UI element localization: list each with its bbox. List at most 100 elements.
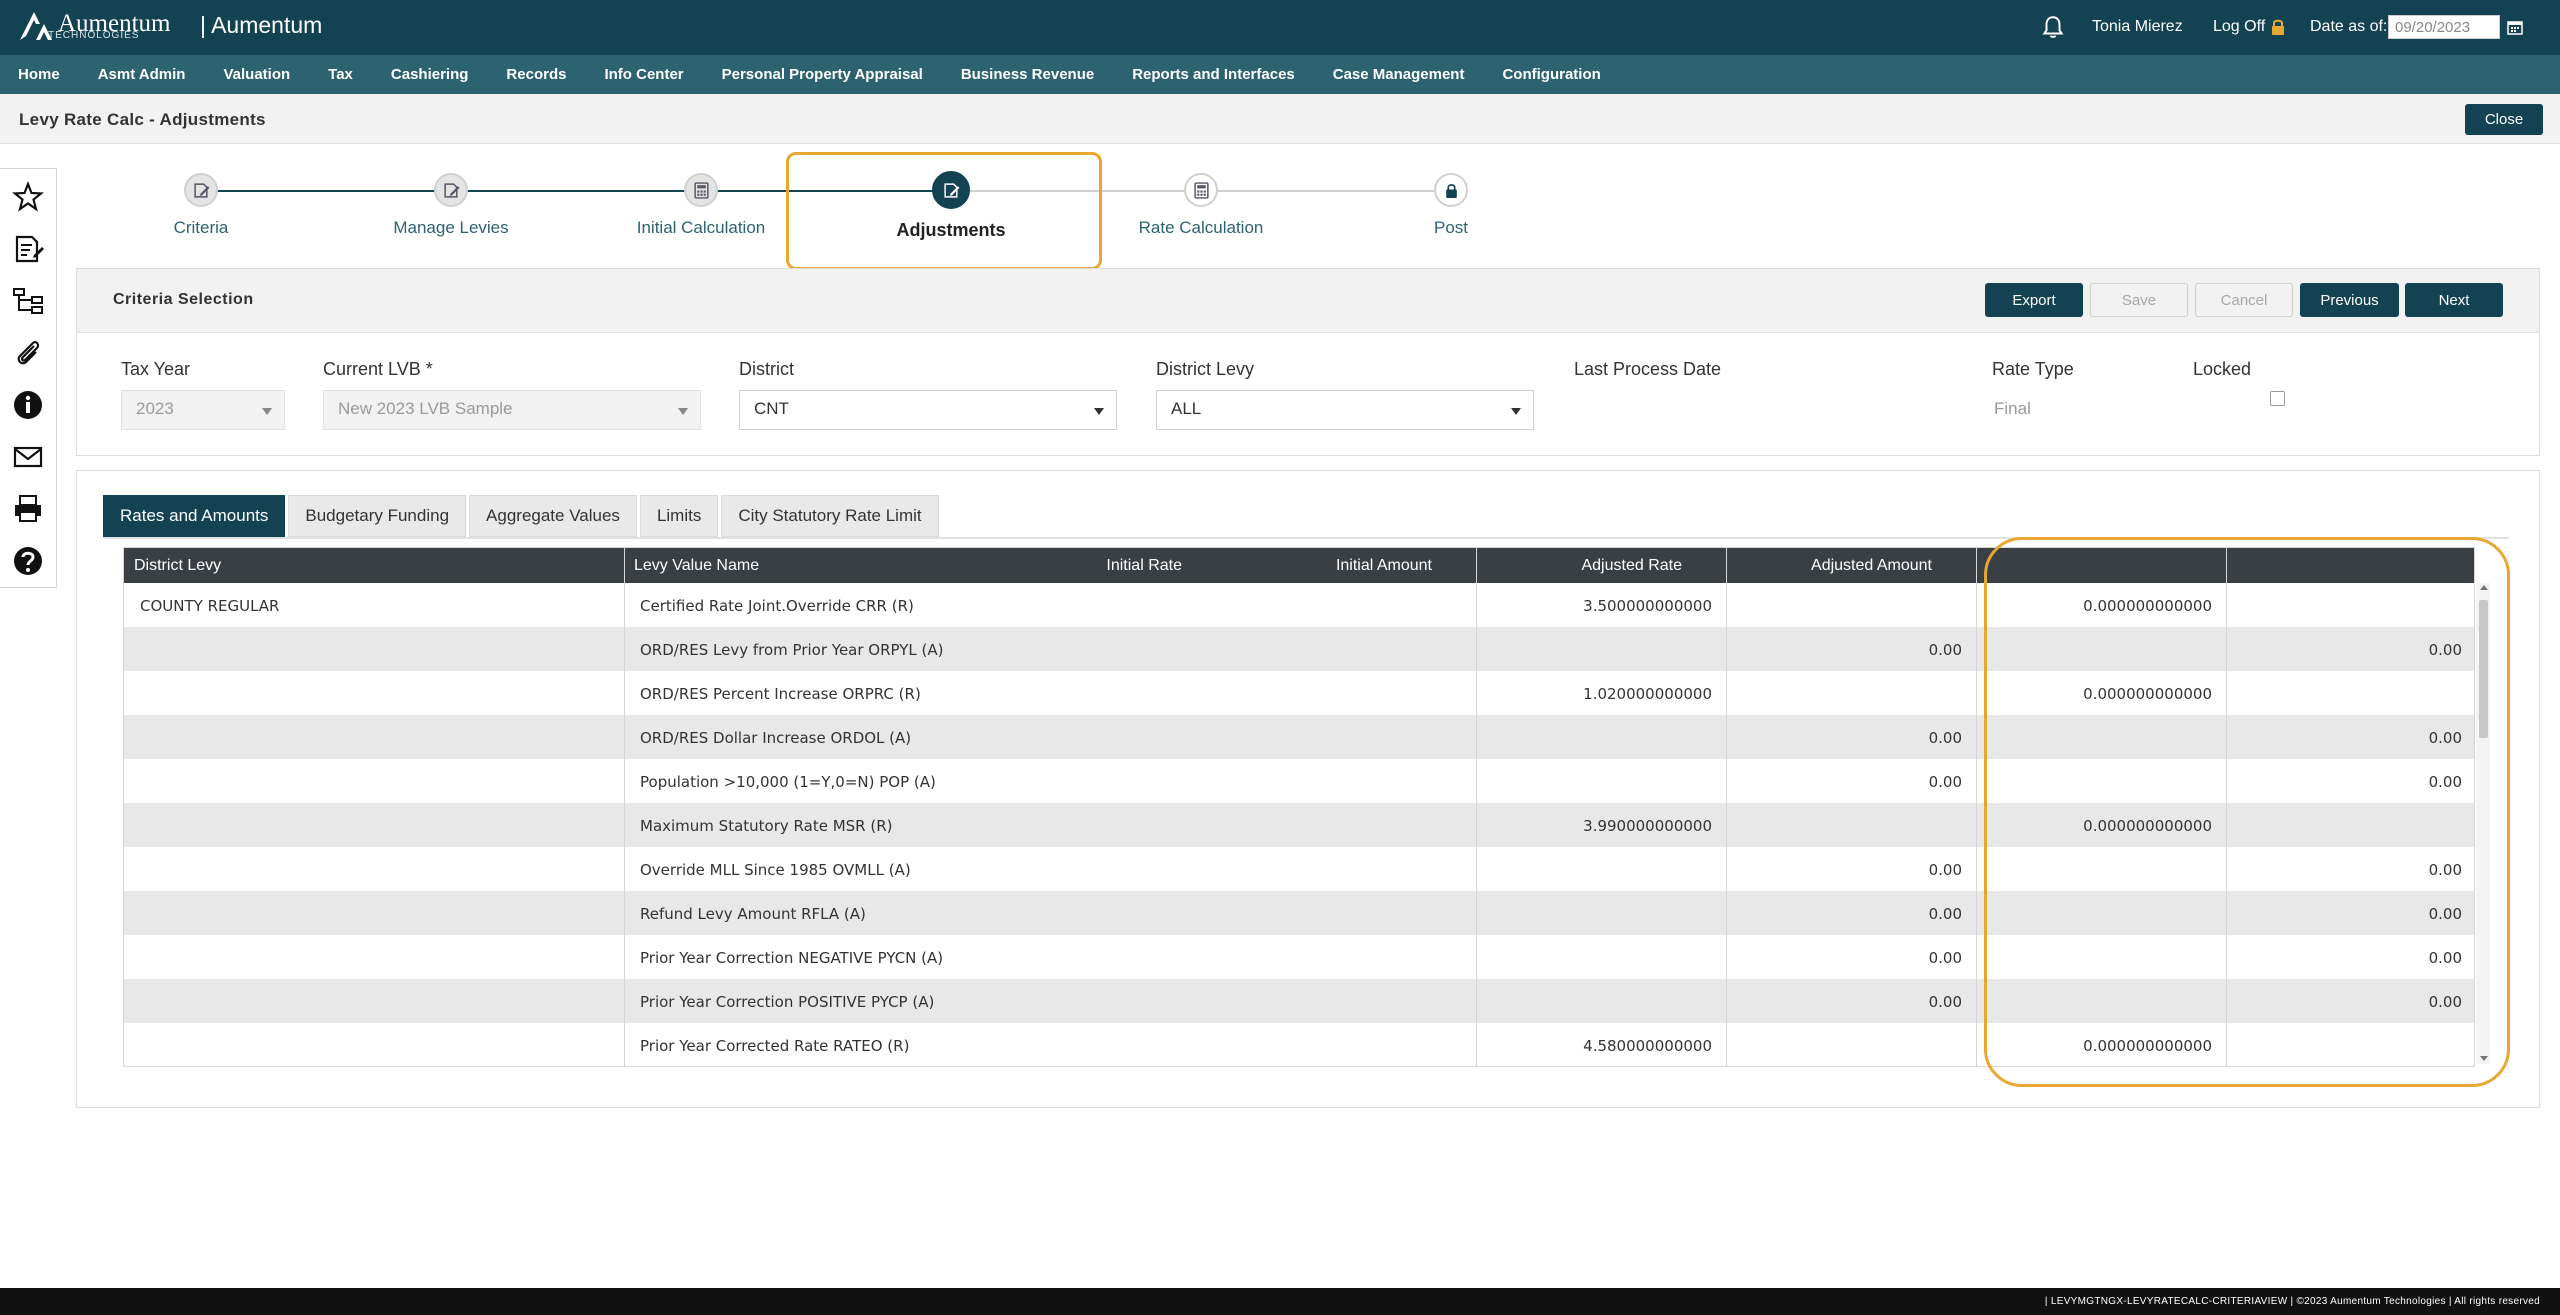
step-criteria[interactable]: Criteria [76,173,326,238]
step-circle [1184,173,1218,207]
edit-document-icon[interactable] [12,233,44,265]
cell-levy-value-name: ORD/RES Levy from Prior Year ORPYL (A) [640,641,944,659]
calendar-icon[interactable] [2507,19,2523,35]
tax-year-value: 2023 [136,399,174,418]
print-icon[interactable] [12,493,44,525]
export-button[interactable]: Export [1985,283,2083,317]
hierarchy-icon[interactable] [12,285,44,317]
cell-levy-value-name: Population >10,000 (1=Y,0=N) POP (A) [640,773,936,791]
nav-item-configuration[interactable]: Configuration [1502,66,1600,83]
cell-initial-amount: 0.00 [1928,773,1962,791]
footer-text: | LEVYMGTNGX-LEVYRATECALC-CRITERIAVIEW |… [2044,1296,2540,1307]
cell-initial-rate: 1.020000000000 [1583,685,1712,703]
last-process-date-label: Last Process Date [1574,359,1722,379]
step-rate-calculation[interactable]: Rate Calculation [1076,173,1326,238]
column-header-adjusted-amount[interactable]: Adjusted Amount [1811,557,1932,575]
previous-button[interactable]: Previous [2300,283,2399,317]
cancel-button[interactable]: Cancel [2195,283,2293,317]
close-button[interactable]: Close [2465,104,2543,135]
cell-initial-amount: 0.00 [1928,949,1962,967]
cell-district-levy: COUNTY REGULAR [140,597,280,615]
date-as-of-label: Date as of: [2310,18,2388,35]
nav-item-cashiering[interactable]: Cashiering [391,66,469,83]
cell-levy-value-name: Certified Rate Joint.Override CRR (R) [640,597,914,615]
tab-aggregate-values[interactable]: Aggregate Values [469,495,637,537]
tax-year-label: Tax Year [121,359,191,379]
column-divider [1976,548,1977,1066]
logo-subtext: TECHNOLOGIES [48,30,140,41]
column-header-adjusted-rate[interactable]: Adjusted Rate [1581,557,1682,575]
nav-item-records[interactable]: Records [506,66,566,83]
edit-icon [193,182,209,198]
next-button[interactable]: Next [2405,283,2503,317]
district-levy-select[interactable]: ALL [1156,390,1534,430]
step-circle [1434,173,1468,207]
paperclip-icon[interactable] [12,337,44,369]
current-lvb-label: Current LVB * [323,359,433,379]
tab-budgetary-funding[interactable]: Budgetary Funding [288,495,467,537]
locked-checkbox[interactable] [2270,391,2285,406]
logoff-link[interactable]: Log Off [2213,18,2286,36]
step-circle [684,173,718,207]
column-divider [1726,548,1727,1066]
rate-type-value: Final [1994,399,2031,418]
step-post[interactable]: Post [1326,173,1576,238]
district-label: District [739,359,794,379]
nav-item-home[interactable]: Home [18,66,60,83]
star-icon[interactable] [12,181,44,213]
help-icon[interactable] [12,545,44,577]
footer: | LEVYMGTNGX-LEVYRATECALC-CRITERIAVIEW |… [0,1288,2560,1315]
nav-item-reports-and-interfaces[interactable]: Reports and Interfaces [1132,66,1295,83]
cell-initial-amount: 0.00 [1928,861,1962,879]
save-button[interactable]: Save [2090,283,2188,317]
cell-initial-rate: 4.580000000000 [1583,1037,1712,1055]
cell-levy-value-name: Prior Year Correction NEGATIVE PYCN (A) [640,949,944,967]
info-icon[interactable] [12,389,44,421]
district-select[interactable]: CNT [739,390,1117,430]
cell-levy-value-name: ORD/RES Percent Increase ORPRC (R) [640,685,921,703]
step-label: Post [1433,218,1469,237]
chevron-down-icon [1511,408,1521,415]
column-header-initial-rate[interactable]: Initial Rate [1106,557,1182,575]
tab-limits[interactable]: Limits [639,495,719,537]
current-lvb-select[interactable]: New 2023 LVB Sample [323,390,701,430]
cell-levy-value-name: Refund Levy Amount RFLA (A) [640,905,866,923]
step-label: Manage Levies [393,218,509,237]
column-divider [624,548,625,1066]
grid-tabs: Rates and Amounts Budgetary Funding Aggr… [103,495,942,537]
left-toolbar [0,168,57,588]
step-manage-levies[interactable]: Manage Levies [326,173,576,238]
nav-item-tax[interactable]: Tax [328,66,353,83]
cell-levy-value-name: ORD/RES Dollar Increase ORDOL (A) [640,729,912,747]
adjusted-columns-highlight [1984,537,2510,1087]
nav-item-case-management[interactable]: Case Management [1333,66,1465,83]
user-name[interactable]: Tonia Mierez [2092,18,2183,36]
notification-bell-icon[interactable] [2040,14,2066,40]
column-header-levy-value-name[interactable]: Levy Value Name [634,557,759,575]
locked-label: Locked [2193,359,2252,379]
lock-icon [1445,183,1457,198]
cell-initial-amount: 0.00 [1928,641,1962,659]
column-header-district-levy[interactable]: District Levy [134,557,221,575]
tab-city-statutory-rate-limit[interactable]: City Statutory Rate Limit [721,495,939,537]
district-levy-label: District Levy [1156,359,1255,379]
nav-item-asmt-admin[interactable]: Asmt Admin [98,66,186,83]
nav-item-business-revenue[interactable]: Business Revenue [961,66,1094,83]
column-header-initial-amount[interactable]: Initial Amount [1336,557,1432,575]
page-title-bar: Levy Rate Calc - Adjustments [0,94,2560,144]
tab-rates-and-amounts[interactable]: Rates and Amounts [103,495,286,537]
criteria-selection-panel: Criteria Selection Export Save Cancel Pr… [76,268,2540,456]
tax-year-select[interactable]: 2023 [121,390,285,430]
date-as-of-input[interactable] [2388,15,2500,39]
nav-item-personal-property-appraisal[interactable]: Personal Property Appraisal [722,66,923,83]
lock-icon [2272,19,2285,35]
mail-icon[interactable] [12,441,44,473]
cell-levy-value-name: Prior Year Corrected Rate RATEO (R) [640,1037,910,1055]
nav-item-info-center[interactable]: Info Center [604,66,683,83]
cell-levy-value-name: Override MLL Since 1985 OVMLL (A) [640,861,911,879]
rate-type-label: Rate Type [1992,359,2074,379]
chevron-down-icon [1094,408,1104,415]
cell-initial-rate: 3.990000000000 [1583,817,1712,835]
cell-levy-value-name: Prior Year Correction POSITIVE PYCP (A) [640,993,935,1011]
nav-item-valuation[interactable]: Valuation [223,66,290,83]
